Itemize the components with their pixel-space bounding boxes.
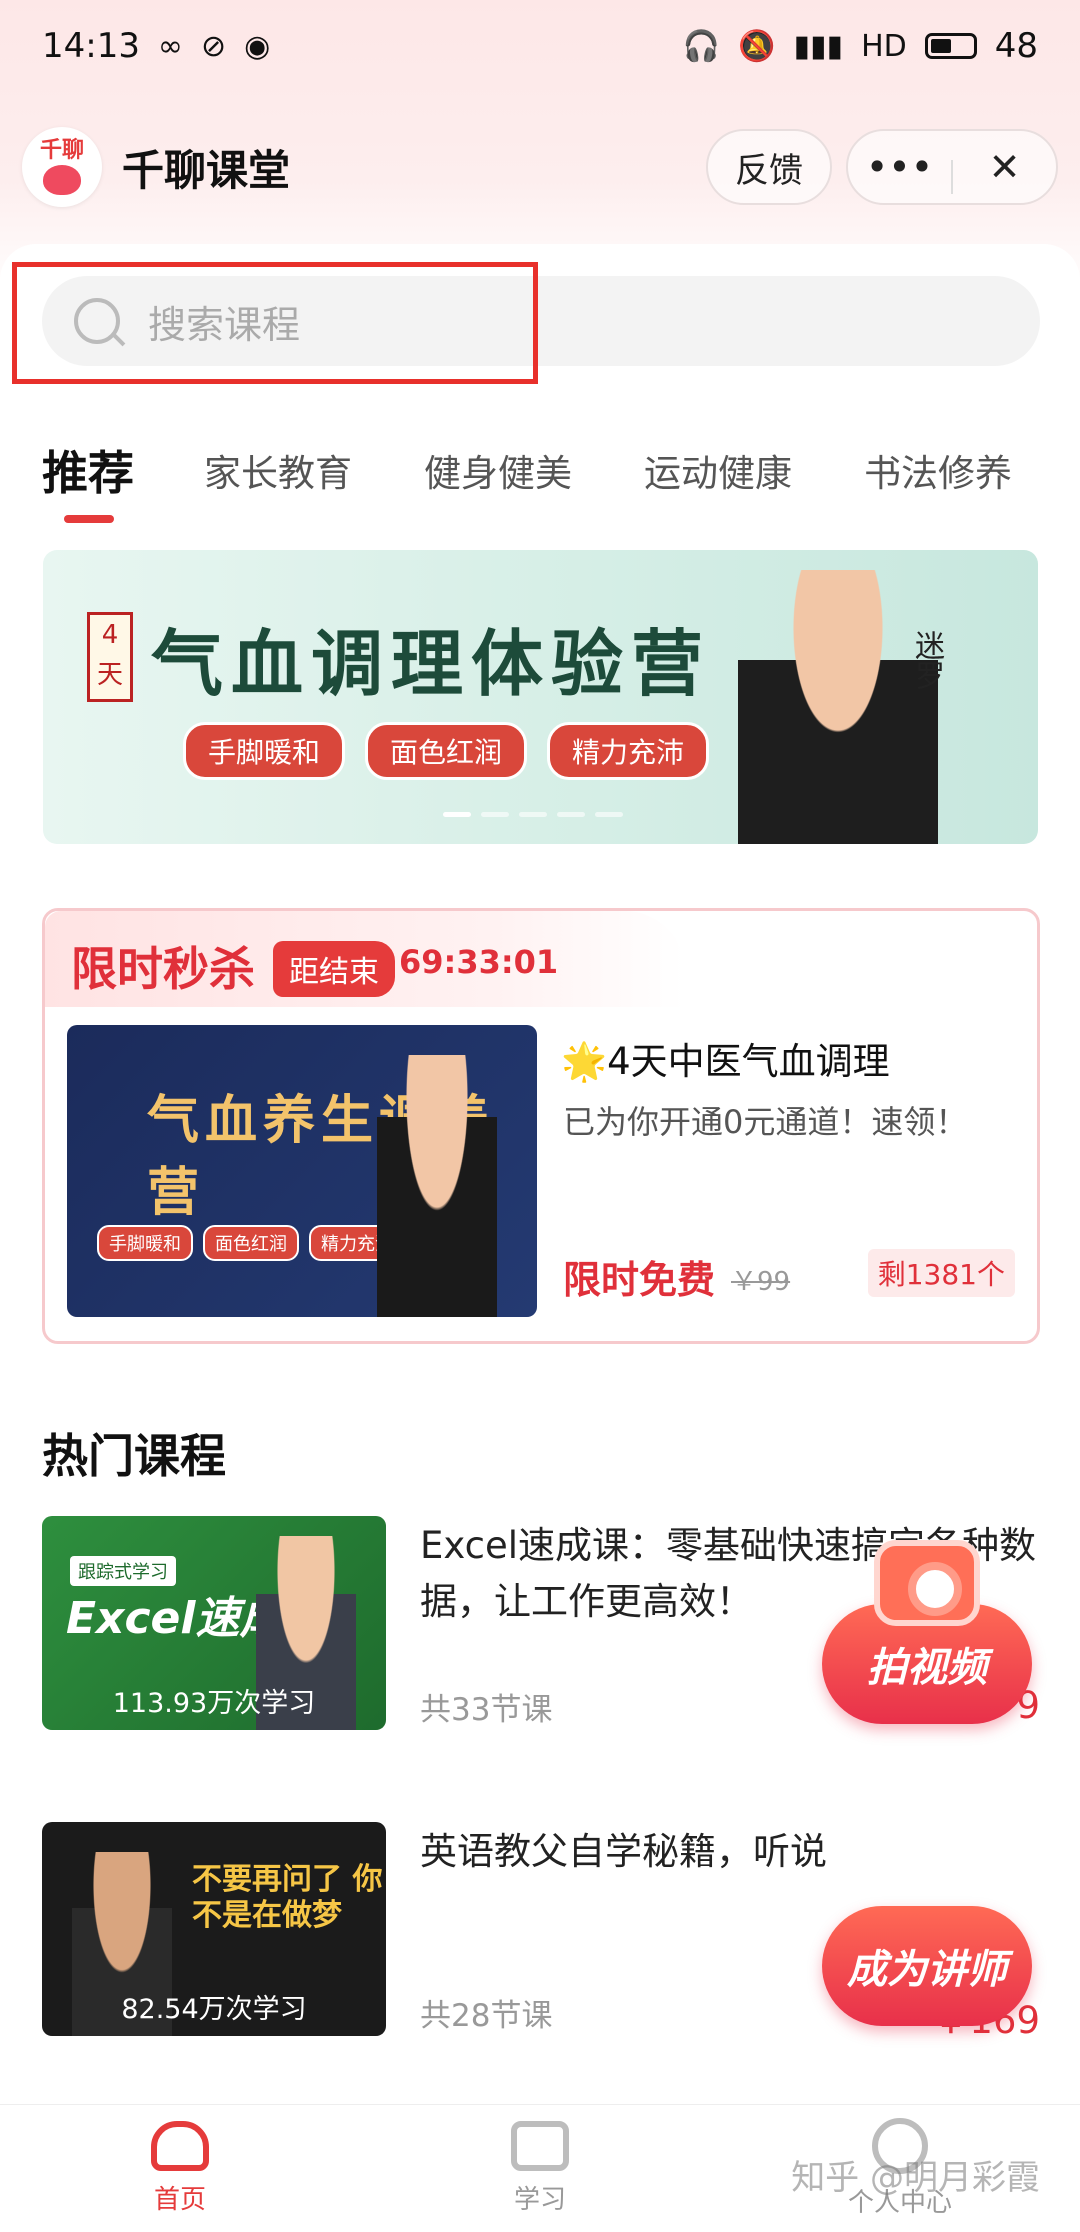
banner-chip: 精力充沛 <box>547 722 710 780</box>
thumb-chips: 手脚暖和 面色红润 精力充沛 <box>97 1225 405 1261</box>
mascot-icon <box>43 165 81 195</box>
home-icon <box>151 2121 209 2171</box>
course-thumbnail[interactable]: 不要再问了 你不是在做梦 82.54万次学习 <box>42 1822 386 2036</box>
tab-recommend[interactable]: 推荐 <box>42 437 134 523</box>
remaining-stock-badge: 剩1381个 <box>867 1249 1015 1297</box>
watermark: 知乎 @明月彩霞 <box>791 2158 1040 2198</box>
carousel-indicator <box>443 812 623 817</box>
banner-days-tag: 4天 <box>87 612 133 702</box>
infinity-icon: ∞ <box>157 28 183 64</box>
instructor-name: 迷罗 <box>909 630 944 690</box>
signal-icon: ▮▮▮ <box>793 28 844 64</box>
instructor-photo <box>377 1055 497 1317</box>
banner-headline: 气血调理体验营 <box>151 621 712 706</box>
headphones-icon: 🎧 <box>682 28 721 64</box>
flash-sale-card[interactable]: 限时秒杀 距结束 69:33:01 气血养生调养营 手脚暖和 面色红润 精力充沛… <box>42 908 1040 1344</box>
play-count: 113.93万次学习 <box>112 1688 316 1719</box>
countdown-timer: 69:33:01 <box>399 943 559 981</box>
tab-fitness[interactable]: 健身健美 <box>424 443 572 497</box>
app-bar: 千聊 千聊课堂 反馈 ••• ✕ <box>0 92 1080 242</box>
flash-course-subtitle: 已为你开通0元通道！速领！ <box>563 1103 968 1141</box>
nav-label: 首页 <box>153 2185 206 2215</box>
course-thumbnail[interactable]: 跟踪式学习 Excel速成课 113.93万次学习 <box>42 1516 386 1730</box>
battery-level: 48 <box>994 26 1038 66</box>
star-icon: 🌟 <box>561 1040 608 1083</box>
carousel-dot <box>519 812 547 817</box>
clock: 14:13 <box>42 26 140 66</box>
thumb-chip: 面色红润 <box>203 1225 299 1261</box>
play-count: 82.54万次学习 <box>121 1994 307 2025</box>
free-price-label: 限时免费 <box>563 1258 716 1302</box>
course-title-text: 4天中医气血调理 <box>607 1040 890 1083</box>
app-logo: 千聊 <box>22 127 102 207</box>
highlight-box <box>12 262 538 384</box>
close-button[interactable]: ✕ <box>953 129 1056 205</box>
banner-chips: 手脚暖和 面色红润 精力充沛 <box>183 722 710 780</box>
carousel-dot <box>595 812 623 817</box>
tab-parent-education[interactable]: 家长教育 <box>204 443 352 497</box>
thumb-headline: 不要再问了 你不是在做梦 <box>192 1862 383 1933</box>
nav-label: 学习 <box>513 2185 566 2215</box>
tab-sports-health[interactable]: 运动健康 <box>644 443 792 497</box>
flash-course-title[interactable]: 🌟4天中医气血调理 <box>561 1031 890 1085</box>
lesson-count: 共33节课 <box>420 1692 553 1728</box>
logo-text: 千聊 <box>39 138 84 163</box>
mini-program-capsule: ••• ✕ <box>846 129 1058 205</box>
tab-calligraphy[interactable]: 书法修养 <box>864 443 1012 497</box>
carousel-dot <box>557 812 585 817</box>
banner-chip: 面色红润 <box>365 722 528 780</box>
app-title: 千聊课堂 <box>122 145 291 195</box>
feedback-button[interactable]: 反馈 <box>706 129 832 205</box>
carousel-dot <box>443 812 471 817</box>
become-teacher-label: 成为讲师 <box>847 1947 1007 1993</box>
promo-banner[interactable]: 4天 气血调理体验营 手脚暖和 面色红润 精力充沛 迷罗 <box>43 550 1038 844</box>
hd-icon: HD <box>861 28 907 64</box>
battery-icon <box>924 33 977 59</box>
nav-home[interactable]: 首页 <box>0 2105 360 2232</box>
thumb-chip: 手脚暖和 <box>97 1225 193 1261</box>
category-tabs: 推荐 家长教育 健身健美 运动健康 书法修养 <box>42 420 1042 523</box>
countdown-label: 距结束 <box>273 941 395 997</box>
shoot-video-label: 拍视频 <box>867 1645 987 1691</box>
book-icon <box>511 2121 569 2171</box>
lesson-count: 共28节课 <box>420 1998 553 2034</box>
original-price: ￥99 <box>731 1267 791 1297</box>
status-bar: 14:13 ∞ ⊘ ◉ 🎧 🔕 ▮▮▮ HD 48 <box>0 0 1080 92</box>
more-options-button[interactable]: ••• <box>848 129 951 205</box>
mute-icon: 🔕 <box>738 28 776 64</box>
carousel-dot <box>481 812 509 817</box>
camera-icon <box>874 1540 980 1626</box>
course-title[interactable]: 英语教父自学秘籍，听说 <box>420 1824 1040 1880</box>
flash-course-thumbnail[interactable]: 气血养生调养营 手脚暖和 面色红润 精力充沛 <box>67 1025 537 1317</box>
flash-sale-title: 限时秒杀 <box>71 942 255 996</box>
banner-chip: 手脚暖和 <box>183 722 346 780</box>
hot-courses-title: 热门课程 <box>42 1429 226 1483</box>
dnd-icon: ⊘ <box>200 28 227 64</box>
instructor-photo <box>738 570 938 844</box>
nav-study[interactable]: 学习 <box>360 2105 720 2232</box>
weibo-icon: ◉ <box>244 28 271 64</box>
become-teacher-button[interactable]: 成为讲师 <box>822 1906 1032 2026</box>
shoot-video-button[interactable]: 拍视频 <box>822 1540 1032 1724</box>
